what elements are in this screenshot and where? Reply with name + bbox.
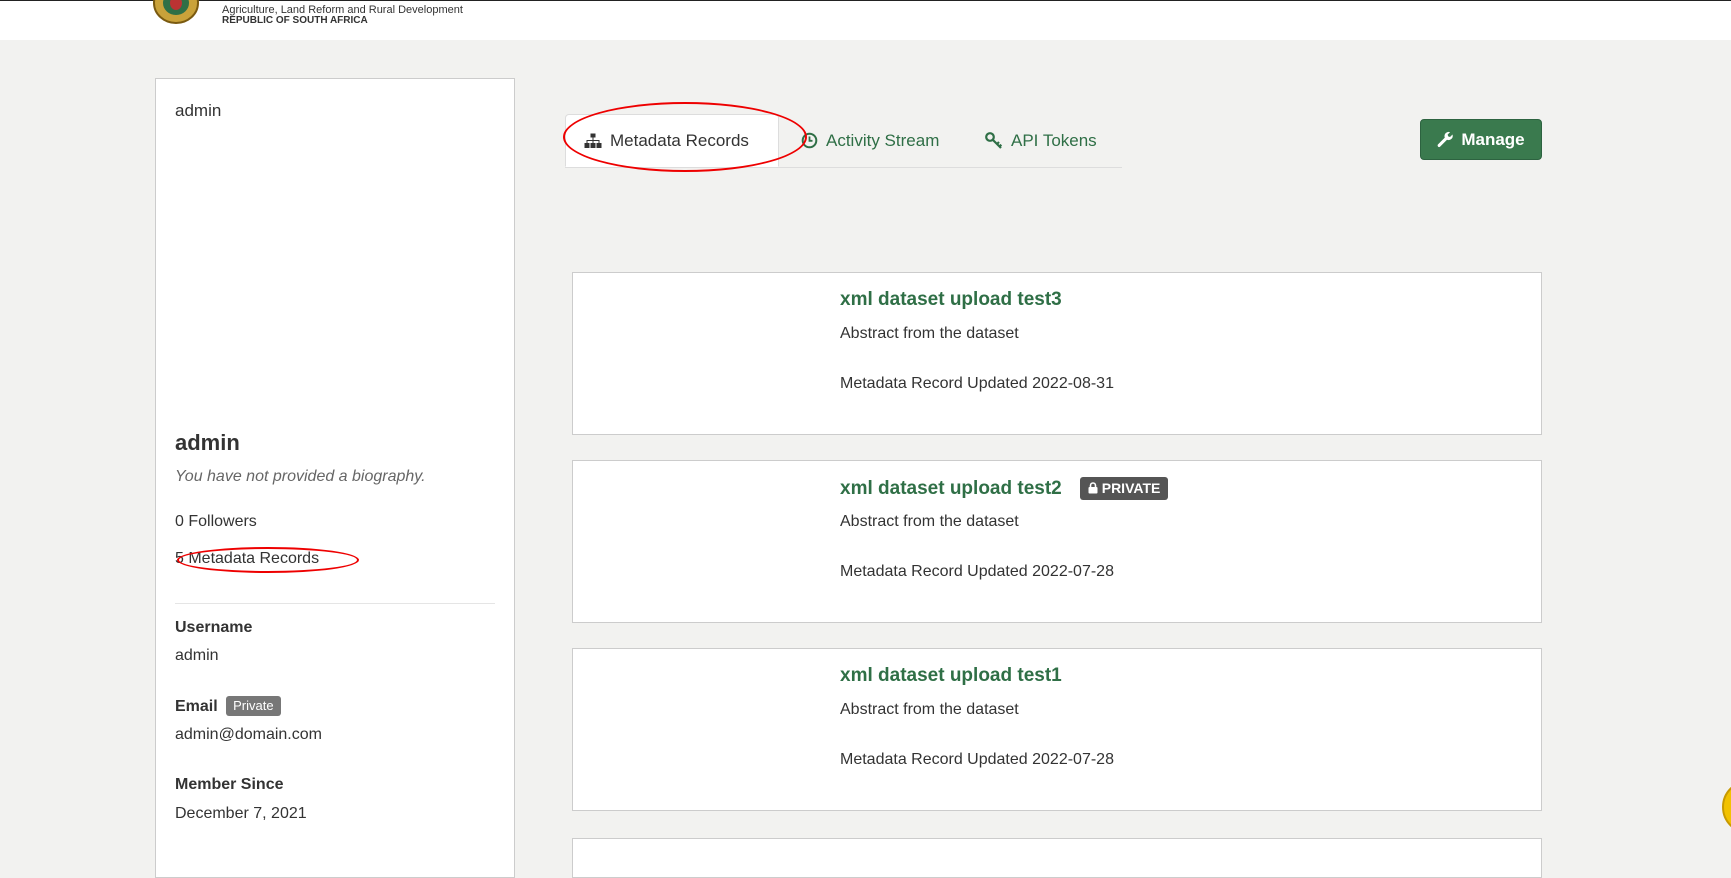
private-badge-label: PRIVATE [1101, 480, 1161, 496]
email-label-row: Email Private [175, 696, 281, 716]
dataset-title-link[interactable]: xml dataset upload test2 PRIVATE [840, 477, 1169, 500]
manage-button[interactable]: Manage [1420, 119, 1542, 160]
username-value: admin [175, 647, 219, 664]
dataset-title-link[interactable]: xml dataset upload test1 [840, 665, 1062, 687]
dataset-item: xml dataset upload test2 PRIVATE Abstrac… [572, 460, 1542, 623]
member-since-label: Member Since [175, 776, 284, 793]
key-icon [985, 132, 1003, 149]
tab-label: Activity Stream [826, 130, 940, 150]
floating-help-button[interactable] [1722, 780, 1731, 834]
coat-of-arms-logo[interactable] [150, 0, 202, 25]
dataset-title[interactable]: xml dataset upload test3 [840, 289, 1062, 311]
lock-icon [1088, 482, 1098, 494]
dataset-updated: Metadata Record Updated 2022-08-31 [840, 375, 1114, 392]
dataset-updated: Metadata Record Updated 2022-07-28 [840, 751, 1114, 768]
annotation-ellipse-records-count [177, 547, 359, 573]
wrench-icon [1437, 131, 1454, 148]
annotation-ellipse-tab [563, 102, 807, 172]
dataset-item: xml dataset upload test1 Abstract from t… [572, 648, 1542, 811]
email-private-badge: Private [226, 696, 281, 716]
followers-count: 0 Followers [175, 513, 257, 530]
dataset-title[interactable]: xml dataset upload test1 [840, 665, 1062, 687]
dataset-abstract: Abstract from the dataset [840, 325, 1019, 342]
sidebar-divider [175, 603, 495, 604]
email-label: Email [175, 698, 218, 715]
user-profile-sidebar: admin admin You have not provided a biog… [155, 78, 515, 878]
user-image-alt-text: admin [175, 101, 222, 120]
tab-api-tokens[interactable]: API Tokens [985, 114, 1097, 167]
dataset-item: xml dataset upload test3 Abstract from t… [572, 272, 1542, 435]
tab-activity-stream[interactable]: Activity Stream [801, 114, 939, 167]
dataset-abstract: Abstract from the dataset [840, 701, 1019, 718]
user-biography: You have not provided a biography. [175, 468, 426, 485]
dataset-item-partial [572, 838, 1542, 878]
email-value: admin@domain.com [175, 726, 322, 743]
manage-button-label: Manage [1461, 129, 1525, 149]
tab-label: API Tokens [1011, 130, 1097, 150]
member-since-value: December 7, 2021 [175, 805, 307, 822]
dataset-abstract: Abstract from the dataset [840, 513, 1019, 530]
username-label: Username [175, 619, 253, 636]
private-badge: PRIVATE [1079, 477, 1169, 500]
country-name: REPUBLIC OF SOUTH AFRICA [222, 15, 368, 26]
site-header: Agriculture, Land Reform and Rural Devel… [0, 0, 1731, 40]
dataset-title-link[interactable]: xml dataset upload test3 [840, 289, 1062, 311]
dataset-updated: Metadata Record Updated 2022-07-28 [840, 563, 1114, 580]
dataset-title[interactable]: xml dataset upload test2 [840, 478, 1062, 500]
user-display-name: admin [175, 430, 240, 455]
